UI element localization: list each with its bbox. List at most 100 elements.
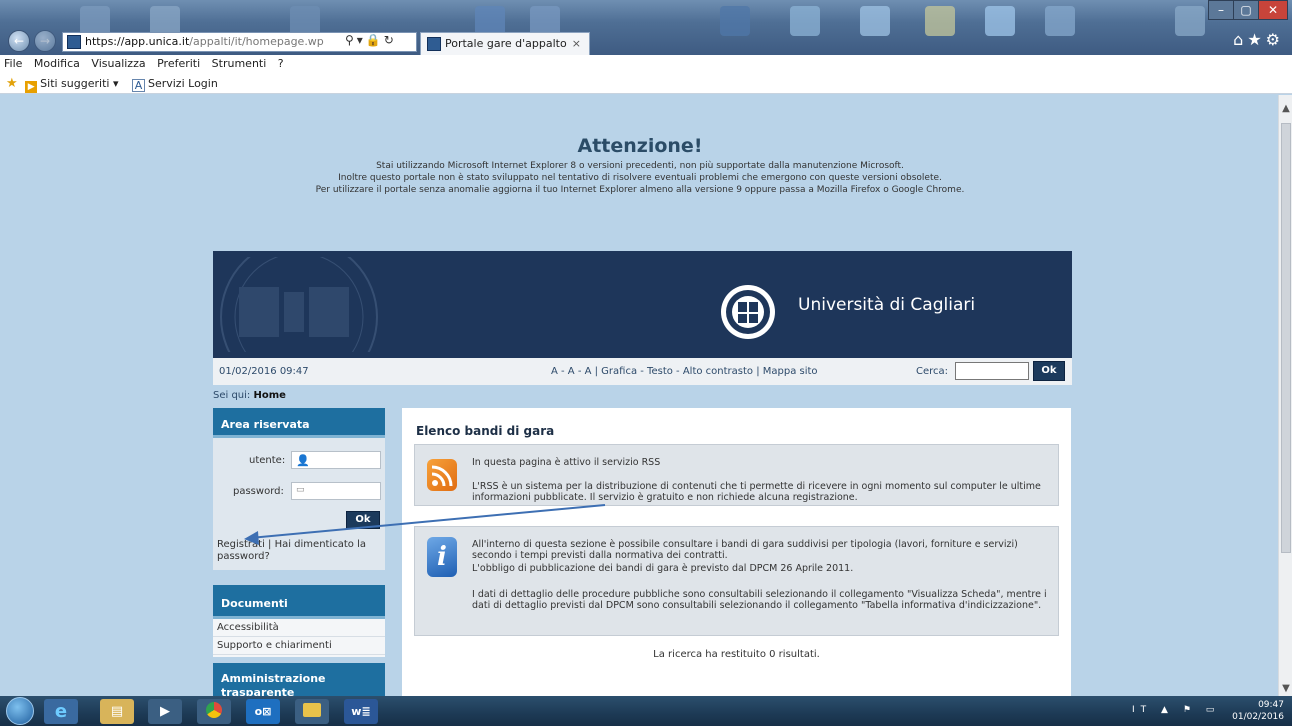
menu-preferiti[interactable]: Preferiti bbox=[157, 57, 200, 70]
start-button[interactable] bbox=[6, 697, 34, 725]
favorites-star-icon[interactable]: ★ bbox=[6, 76, 18, 91]
documents-title: Documenti bbox=[213, 585, 385, 619]
accessibility-links[interactable]: A - A - A | Grafica - Testo - Alto contr… bbox=[551, 358, 818, 385]
refresh-icon[interactable]: ↻ bbox=[384, 33, 397, 47]
menu-file[interactable]: File bbox=[4, 57, 22, 70]
url-path: /appalti/it/homepage.wp bbox=[189, 35, 324, 48]
folder-icon[interactable] bbox=[295, 699, 329, 724]
scroll-up-icon[interactable]: ▲ bbox=[1279, 103, 1292, 114]
vertical-scrollbar[interactable]: ▲ ▼ bbox=[1278, 95, 1292, 696]
thumbnail-blob bbox=[1175, 6, 1205, 36]
documents-box: Documenti Accessibilità Supporto e chiar… bbox=[213, 585, 385, 657]
info-paragraph: I dati di dettaglio delle procedure pubb… bbox=[472, 589, 1047, 611]
site-favicon bbox=[67, 35, 81, 49]
breadcrumb-current: Home bbox=[253, 390, 286, 401]
rss-icon[interactable] bbox=[427, 459, 457, 491]
search-result-text: La ricerca ha restituito 0 risultati. bbox=[653, 649, 820, 660]
browser-tab[interactable]: Portale gare d'appalto × bbox=[420, 32, 590, 55]
university-seal bbox=[721, 285, 775, 339]
tab-favicon bbox=[427, 37, 441, 51]
current-datetime: 01/02/2016 09:47 bbox=[219, 366, 309, 377]
rss-heading: In questa pagina è attivo il servizio RS… bbox=[472, 457, 661, 468]
rss-panel: In questa pagina è attivo il servizio RS… bbox=[414, 444, 1059, 506]
thumbnail-blob bbox=[985, 6, 1015, 36]
close-tab-icon[interactable]: × bbox=[572, 33, 581, 54]
university-name: Università di Cagliari bbox=[798, 295, 976, 315]
info-icon: i bbox=[427, 537, 457, 577]
password-input[interactable]: ▭ bbox=[291, 482, 381, 500]
servizi-login-link[interactable]: Servizi Login bbox=[148, 77, 218, 90]
university-crest-watermark bbox=[220, 257, 378, 352]
tray-icons[interactable]: IT ▲ ⚑ ▭ bbox=[1132, 705, 1220, 715]
search-button[interactable]: Ok bbox=[1033, 361, 1065, 381]
back-arrow-icon: ← bbox=[13, 34, 25, 48]
accessibility-link[interactable]: Accessibilità bbox=[213, 619, 385, 637]
outlook-icon[interactable]: o⊠ bbox=[246, 699, 280, 724]
minimize-button[interactable]: – bbox=[1208, 0, 1234, 20]
menu-help[interactable]: ? bbox=[278, 57, 284, 70]
favorites-star-icon[interactable]: ★ bbox=[1247, 30, 1265, 49]
lock-icon: 🔒 bbox=[365, 33, 384, 47]
gear-icon[interactable]: ⚙ bbox=[1266, 30, 1284, 49]
thumbnail-blob bbox=[925, 6, 955, 36]
menu-visualizza[interactable]: Visualizza bbox=[91, 57, 145, 70]
info-paragraph: All'interno di questa sezione è possibil… bbox=[472, 539, 1018, 561]
folder-shape-icon bbox=[303, 703, 321, 717]
scroll-thumb[interactable] bbox=[1281, 123, 1291, 553]
thumbnail-blob bbox=[790, 6, 820, 36]
login-title: Area riservata bbox=[213, 408, 385, 438]
internet-explorer-icon[interactable]: e bbox=[44, 699, 78, 724]
main-content: Elenco bandi di gara In questa pagina è … bbox=[402, 408, 1071, 696]
word-icon[interactable]: w≣ bbox=[344, 699, 378, 724]
username-input[interactable]: 👤 bbox=[291, 451, 381, 469]
menu-bar: File Modifica Visualizza Preferiti Strum… bbox=[0, 55, 1292, 74]
info-paragraph: L'obbligo di pubblicazione dei bandi di … bbox=[472, 563, 854, 574]
page-title: Elenco bandi di gara bbox=[416, 424, 555, 438]
browser-titlebar: ← → https://app.unica.it/appalti/it/home… bbox=[0, 0, 1292, 55]
menu-strumenti[interactable]: Strumenti bbox=[212, 57, 267, 70]
forgot-password-link[interactable]: password? bbox=[217, 551, 366, 563]
back-button[interactable]: ← bbox=[8, 30, 30, 52]
forward-button[interactable]: → bbox=[34, 30, 56, 52]
amministrazione-trasparente-link[interactable]: Amministrazione trasparente bbox=[213, 663, 385, 696]
suggested-sites-link[interactable]: Siti suggeriti ▾ bbox=[40, 77, 118, 90]
show-hidden-icon[interactable]: ▲ bbox=[1161, 705, 1174, 715]
register-link[interactable]: Registrati | Hai dimenticato la bbox=[217, 539, 366, 551]
network-icon[interactable]: ▭ bbox=[1206, 705, 1221, 715]
servizi-login-icon: A bbox=[131, 79, 145, 92]
support-link[interactable]: Supporto e chiarimenti bbox=[213, 637, 385, 655]
rss-description: L'RSS è un sistema per la distribuzione … bbox=[472, 481, 1041, 503]
warning-line: Stai utilizzando Microsoft Internet Expl… bbox=[376, 161, 904, 171]
breadcrumb: Sei qui: Home bbox=[213, 390, 286, 401]
chrome-icon[interactable] bbox=[197, 699, 231, 724]
password-label: password: bbox=[233, 486, 284, 497]
flag-icon[interactable]: ⚑ bbox=[1183, 705, 1197, 715]
dropdown-icon[interactable]: ▾ bbox=[357, 33, 366, 47]
clock[interactable]: 09:47 01/02/2016 bbox=[1232, 699, 1284, 723]
warning-line: Inoltre questo portale non è stato svilu… bbox=[338, 173, 942, 183]
login-button[interactable]: Ok bbox=[346, 511, 380, 529]
address-tools[interactable]: ⚲▾🔒↻ bbox=[345, 33, 397, 47]
suggested-sites-icon: ▶ bbox=[25, 81, 38, 93]
search-label: Cerca: bbox=[916, 366, 949, 377]
search-input[interactable] bbox=[955, 362, 1029, 380]
close-window-button[interactable]: ✕ bbox=[1258, 0, 1288, 20]
menu-modifica[interactable]: Modifica bbox=[34, 57, 80, 70]
file-explorer-icon[interactable]: ▤ bbox=[100, 699, 134, 724]
url-prefix: https:// bbox=[85, 35, 125, 48]
url-domain: app.unica.it bbox=[124, 35, 190, 48]
home-icon[interactable]: ⌂ bbox=[1233, 30, 1247, 49]
search-icon[interactable]: ⚲ bbox=[345, 33, 357, 47]
language-indicator[interactable]: IT bbox=[1132, 705, 1152, 715]
register-links[interactable]: Registrati | Hai dimenticato la password… bbox=[217, 539, 366, 563]
clock-time: 09:47 bbox=[1258, 700, 1284, 710]
user-icon: 👤 bbox=[296, 454, 310, 467]
browser-tools[interactable]: ⌂★⚙ bbox=[1233, 30, 1284, 49]
maximize-button[interactable]: ▢ bbox=[1233, 0, 1259, 20]
username-label: utente: bbox=[249, 455, 286, 466]
media-player-icon[interactable]: ▶ bbox=[148, 699, 182, 724]
thumbnail-blob bbox=[1045, 6, 1075, 36]
windows-taskbar: e ▤ ▶ o⊠ w≣ IT ▲ ⚑ ▭ 09:47 01/02/2016 bbox=[0, 696, 1292, 726]
scroll-down-icon[interactable]: ▼ bbox=[1279, 683, 1292, 694]
warning-title: Attenzione! bbox=[577, 135, 703, 157]
